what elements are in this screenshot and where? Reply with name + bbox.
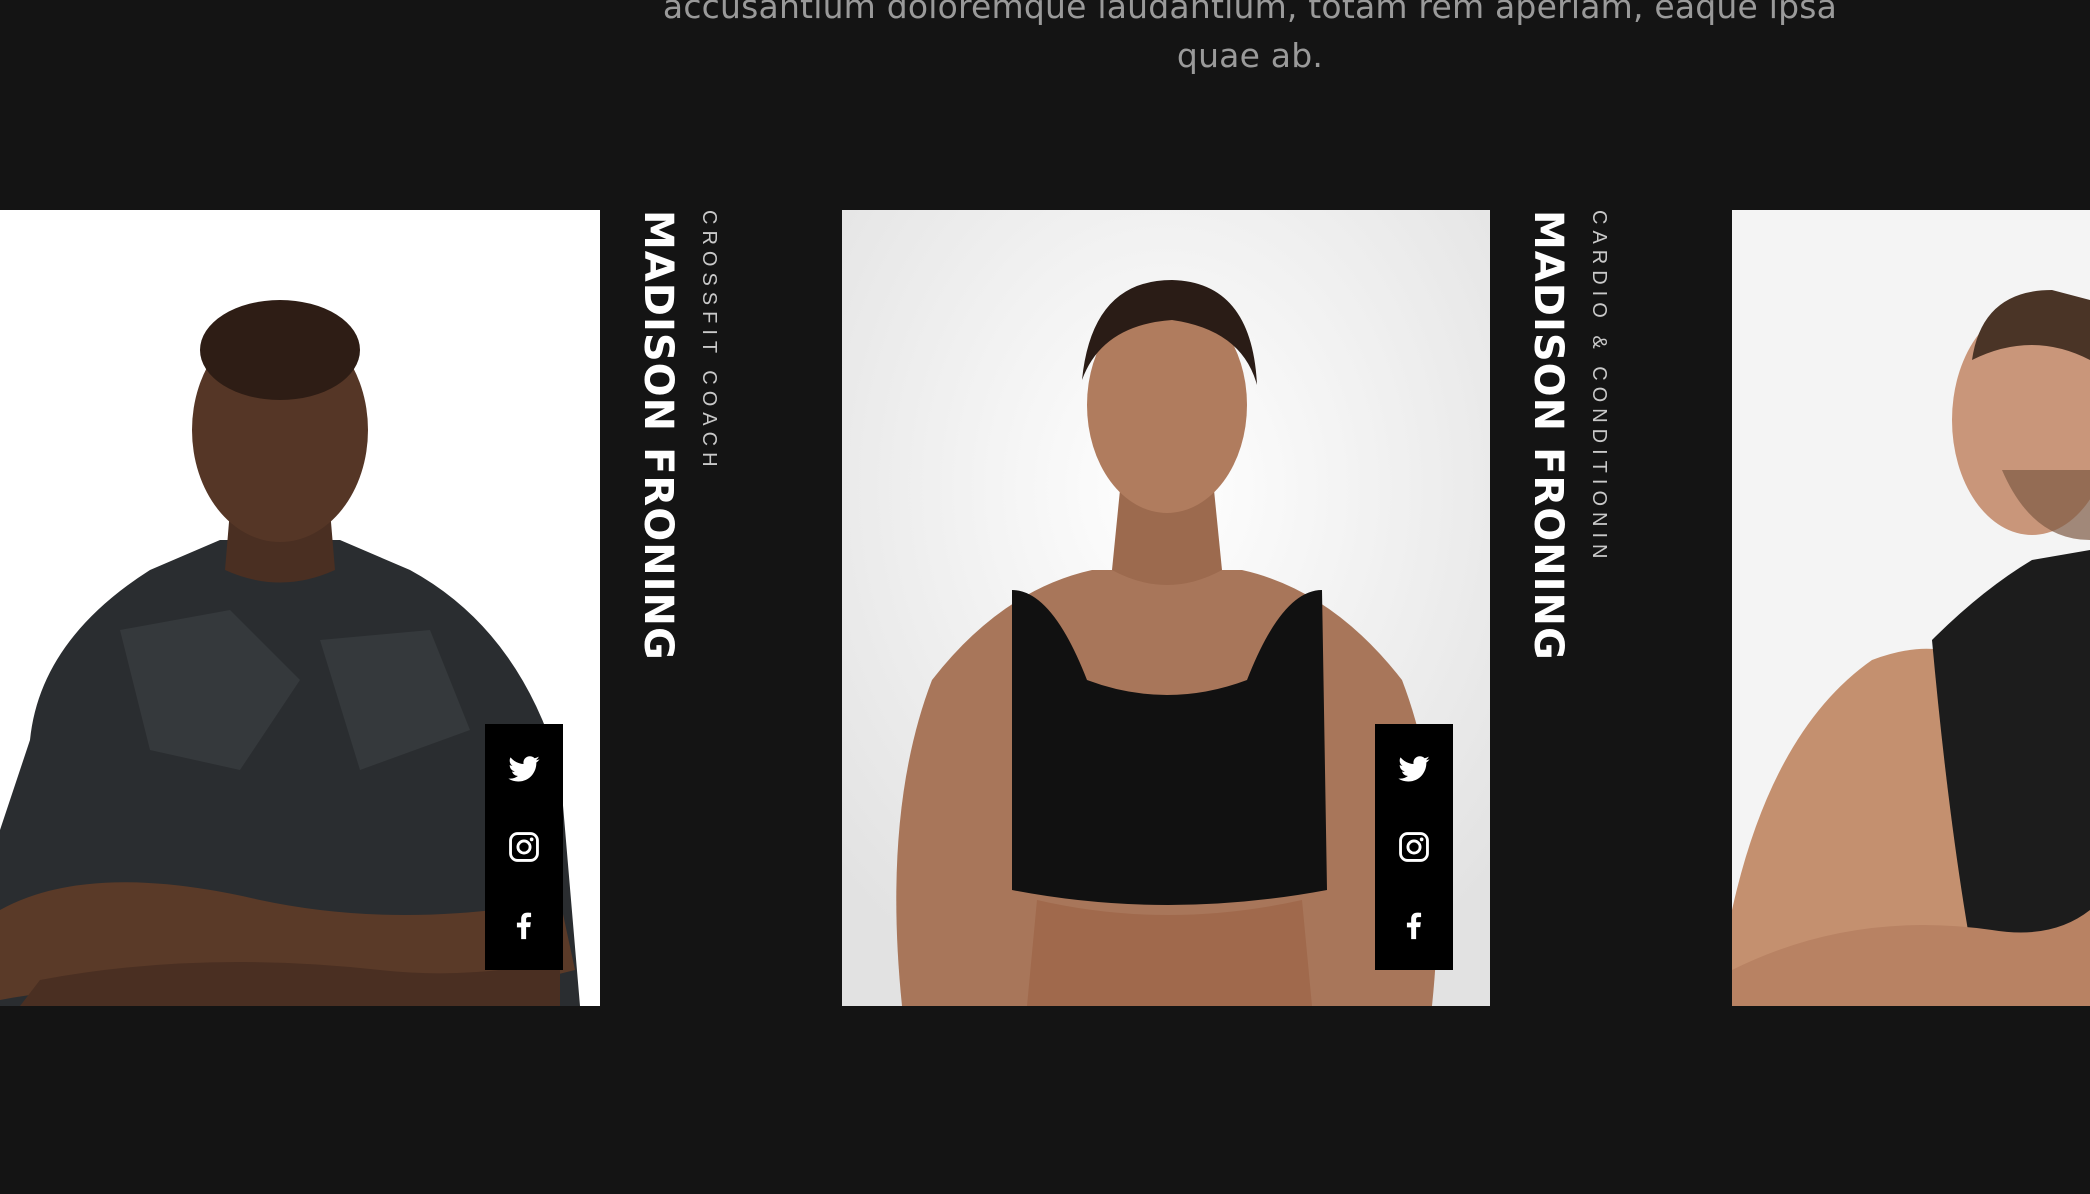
instagram-icon[interactable] [1396,829,1432,865]
intro-line-1: accusantium doloremque laudantium, totam… [662,0,1838,26]
intro-paragraph: accusantium doloremque laudantium, totam… [590,0,1910,80]
twitter-icon[interactable] [506,751,542,787]
social-links [485,724,563,970]
trainer-name: MADISON FRONING [635,210,681,661]
trainer-name: MADISON FRONING [1525,210,1571,661]
twitter-icon[interactable] [1396,751,1432,787]
trainer-role: CARDIO & CONDITIONIN [1588,210,1610,565]
facebook-icon[interactable] [506,907,542,943]
intro-line-2: quae ab. [1176,36,1324,75]
trainer-role: CROSSFIT COACH [698,210,720,473]
instagram-icon[interactable] [506,829,542,865]
facebook-icon[interactable] [1396,907,1432,943]
trainer-photo [1732,210,2090,1006]
social-links [1375,724,1453,970]
